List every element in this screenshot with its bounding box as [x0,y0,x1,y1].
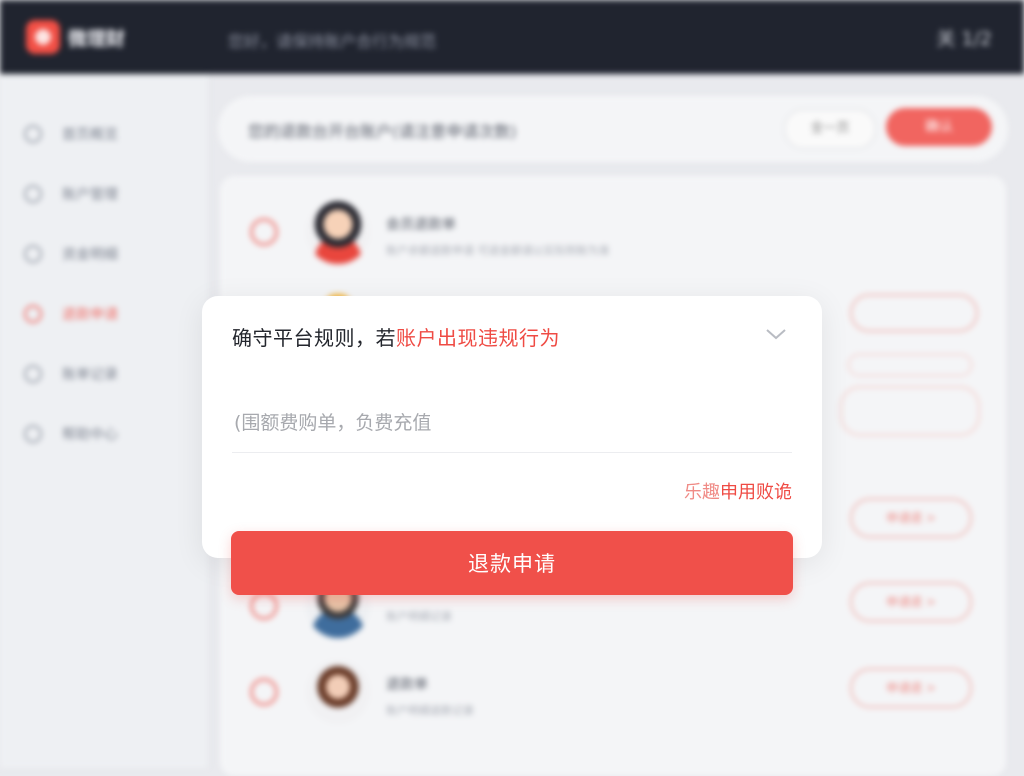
sidebar-item-help[interactable]: 帮助中心 [24,420,118,448]
status-pill [850,294,978,332]
confirm-button[interactable]: 确认 [886,108,992,146]
refund-amount-input[interactable] [232,400,796,446]
refund-icon [24,305,42,323]
dialog-heading-highlight: 账户出现违规行为 [396,326,560,350]
sidebar-item-funds[interactable]: 资金明细 [24,240,118,268]
sidebar-item-label: 账单记录 [62,367,118,383]
select-radio[interactable] [250,678,278,706]
refund-dialog: 确守平台规则，若账户出现违规行为 乐趣申用败诡 [202,296,822,558]
bill-icon [24,365,42,383]
select-radio[interactable] [250,218,278,246]
dialog-heading: 确守平台规则，若账户出现违规行为 [232,322,560,351]
list-header: 您的退款台开台账户(请注意申请次数) 全一页 确认 [218,96,1008,162]
item-desc: 账户明细记录 [386,610,452,623]
dialog-heading-text: 确守平台规则，若 [232,326,396,350]
avatar [306,660,370,724]
refund-rules-link-prefix: 乐趣 [684,482,720,503]
app-name: 微理财 [68,28,126,50]
submit-refund-button[interactable]: 退款申请 [231,531,793,595]
sidebar: 首页概览 账户管理 资金明细 退款申请 账单记录 帮助中心 [0,74,209,768]
apply-refund-button[interactable]: 申请退 > [850,498,972,538]
top-bar: 微理财 您好，请保持账户合行为规范 关 1/2 [0,0,1024,74]
list-header-title: 您的退款台开台账户(请注意申请次数) [248,122,517,141]
user-icon [24,185,42,203]
sidebar-item-bills[interactable]: 账单记录 [24,360,118,388]
sidebar-item-label: 资金明细 [62,247,118,263]
list-item[interactable]: 退款单 账户明细退款记录 申请退 > [220,646,1006,726]
sidebar-item-label: 帮助中心 [62,427,118,443]
sidebar-item-label: 退款申请 [62,307,118,323]
sidebar-item-refund[interactable]: 退款申请 [24,300,118,328]
topbar-notice: 您好，请保持账户合行为规范 [228,32,437,51]
status-pill [848,354,972,376]
secondary-button[interactable]: 全一页 [784,109,876,149]
home-icon [24,125,42,143]
sidebar-item-label: 首页概览 [62,127,118,143]
app-logo-icon [26,20,60,54]
topbar-right-text[interactable]: 关 1/2 [936,24,992,51]
item-desc: 账户余额退款申请 可退金额请以实际到账为准 [386,244,610,257]
status-pill [840,386,980,436]
item-desc: 账户明细退款记录 [386,704,474,717]
apply-refund-button[interactable]: 申请退 > [850,582,972,622]
list-item[interactable]: 会员退款单 账户余额退款申请 可退金额请以实际到账为准 [220,186,1006,266]
help-icon [24,425,42,443]
chevron-down-icon[interactable] [764,322,788,346]
avatar [306,200,370,264]
sidebar-item-overview[interactable]: 首页概览 [24,120,118,148]
item-name: 退款单 [386,677,428,693]
refund-rules-link[interactable]: 乐趣申用败诡 [684,478,792,504]
item-name: 会员退款单 [386,217,456,233]
list-icon [24,245,42,263]
select-radio[interactable] [250,592,278,620]
apply-refund-button[interactable]: 申请退 > [850,668,972,708]
divider [232,452,792,453]
sidebar-item-account[interactable]: 账户管理 [24,180,118,208]
sidebar-item-label: 账户管理 [62,187,118,203]
refund-rules-link-text: 申用败诡 [720,482,792,503]
